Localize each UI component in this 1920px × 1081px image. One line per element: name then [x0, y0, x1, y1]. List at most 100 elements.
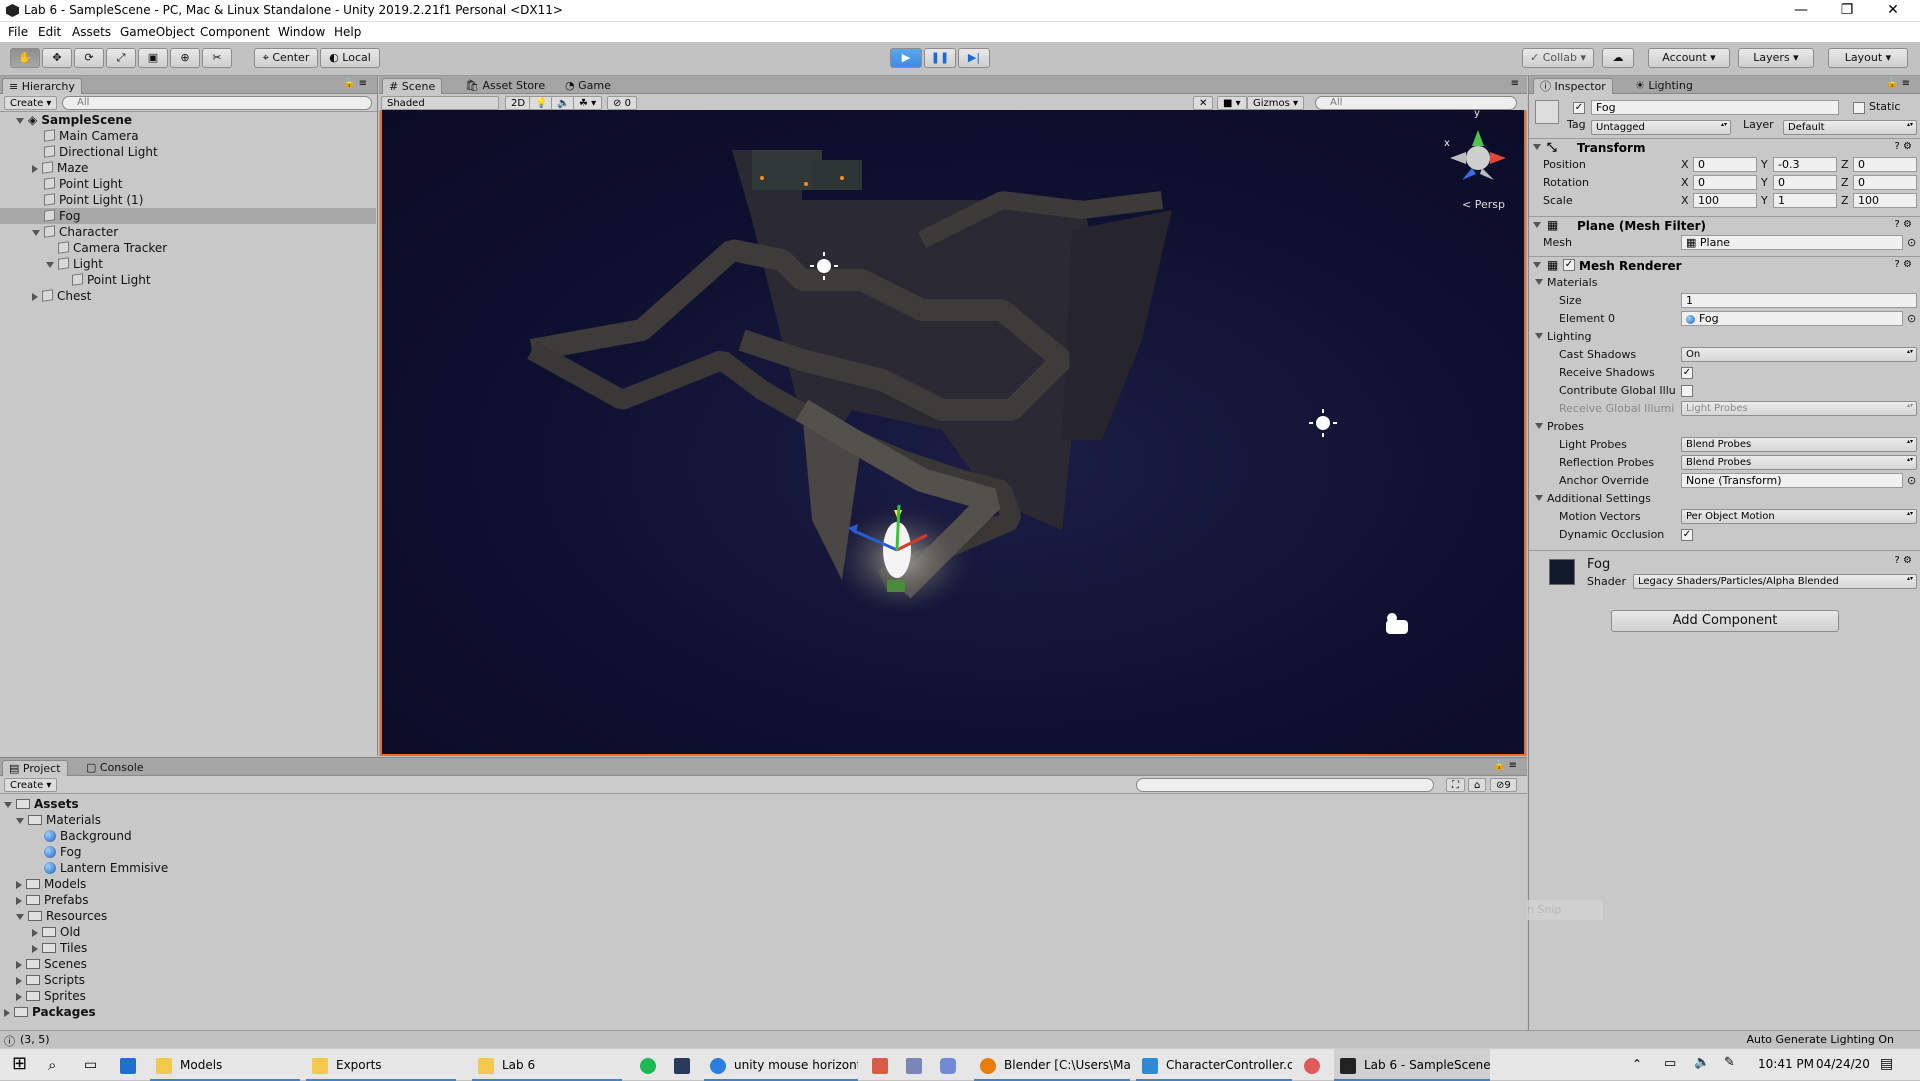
- hierarchy-item[interactable]: Character: [32, 224, 118, 240]
- account-dropdown[interactable]: Account ▾: [1648, 48, 1730, 68]
- rotation-x-field[interactable]: 0: [1693, 175, 1757, 190]
- minimize-button[interactable]: —: [1778, 0, 1824, 22]
- motion-vectors-dropdown[interactable]: Per Object Motion: [1681, 509, 1917, 524]
- app-button[interactable]: [900, 1049, 930, 1081]
- orientation-gizmo[interactable]: [1450, 130, 1506, 180]
- network-icon[interactable]: ▭: [1664, 1056, 1676, 1071]
- menu-gameobject[interactable]: GameObject: [120, 25, 195, 39]
- object-name-field[interactable]: Fog: [1591, 100, 1839, 115]
- rotate-tool-button[interactable]: ⟳: [74, 48, 104, 68]
- hierarchy-search-input[interactable]: All: [62, 96, 372, 110]
- layout-dropdown[interactable]: Layout ▾: [1828, 48, 1908, 68]
- project-item[interactable]: Packages: [4, 1004, 96, 1020]
- hidden-objects-toggle[interactable]: ⊘ 0: [607, 96, 637, 110]
- lighting-toggle[interactable]: 💡: [529, 96, 554, 110]
- collab-dropdown[interactable]: ✓ Collab ▾: [1522, 48, 1594, 68]
- panel-menu-icon[interactable]: 🔒 ≡: [343, 78, 367, 89]
- mesh-renderer-header[interactable]: ▦ ✓ Mesh Renderer ? ⚙: [1529, 256, 1920, 274]
- project-item[interactable]: Resources: [16, 908, 107, 924]
- anchor-field[interactable]: None (Transform): [1681, 473, 1903, 488]
- position-x-field[interactable]: 0: [1693, 157, 1757, 172]
- project-item[interactable]: Prefabs: [16, 892, 89, 908]
- hierarchy-item[interactable]: Maze: [32, 160, 88, 176]
- scene-search-input[interactable]: All: [1315, 96, 1517, 110]
- reflection-probes-dropdown[interactable]: Blend Probes: [1681, 455, 1917, 470]
- search-button[interactable]: ⌕: [42, 1049, 72, 1081]
- object-picker-icon[interactable]: ⊙: [1907, 236, 1916, 249]
- static-checkbox[interactable]: [1853, 102, 1865, 114]
- app-button[interactable]: [866, 1049, 896, 1081]
- lighting-foldout[interactable]: Lighting: [1529, 328, 1920, 346]
- mesh-filter-header[interactable]: ▦ Plane (Mesh Filter) ? ⚙: [1529, 216, 1920, 234]
- custom-tool-button[interactable]: ✂: [202, 48, 232, 68]
- mesh-renderer-enabled-checkbox[interactable]: ✓: [1563, 259, 1575, 271]
- taskbar-item[interactable]: Lab 6: [472, 1049, 622, 1081]
- project-item[interactable]: Materials: [16, 812, 101, 828]
- tab-game[interactable]: ◔ Game: [559, 78, 617, 94]
- hierarchy-item[interactable]: Directional Light: [44, 144, 158, 160]
- camera-dropdown[interactable]: ■ ▾: [1217, 96, 1247, 110]
- play-button[interactable]: ▶: [890, 48, 922, 68]
- element0-field[interactable]: Fog: [1681, 311, 1903, 326]
- project-item[interactable]: Lantern Emmisive: [44, 860, 168, 876]
- position-y-field[interactable]: -0.3: [1773, 157, 1837, 172]
- create-dropdown[interactable]: Create ▾: [4, 778, 58, 792]
- project-item[interactable]: Fog: [44, 844, 81, 860]
- pause-button[interactable]: ❚❚: [924, 48, 956, 68]
- project-item[interactable]: Old: [32, 924, 80, 940]
- tab-console[interactable]: ▢ Console: [80, 760, 150, 776]
- hierarchy-item[interactable]: Point Light (1): [44, 192, 143, 208]
- mode-2d-toggle[interactable]: 2D: [505, 96, 532, 110]
- add-component-button[interactable]: Add Component: [1611, 610, 1839, 632]
- scale-z-field[interactable]: 100: [1853, 193, 1917, 208]
- dynamic-occlusion-checkbox[interactable]: ✓: [1681, 529, 1693, 541]
- panel-menu-icon[interactable]: 🔒 ≡: [1493, 760, 1517, 771]
- taskbar-item[interactable]: Exports: [306, 1049, 456, 1081]
- hierarchy-item[interactable]: Chest: [32, 288, 91, 304]
- scale-tool-button[interactable]: ⤢: [106, 48, 136, 68]
- project-item[interactable]: Assets: [4, 796, 79, 812]
- project-item[interactable]: Scripts: [16, 972, 85, 988]
- audio-toggle[interactable]: 🔈: [551, 96, 576, 110]
- menu-file[interactable]: File: [8, 25, 28, 39]
- start-button[interactable]: ⊞: [6, 1049, 36, 1081]
- hand-tool-button[interactable]: ✋: [10, 48, 40, 68]
- project-search-input[interactable]: [1136, 778, 1434, 792]
- hierarchy-item-selected[interactable]: Fog: [44, 208, 80, 224]
- pivot-center-toggle[interactable]: ⌖ Center: [254, 48, 318, 68]
- close-button[interactable]: ✕: [1870, 0, 1916, 22]
- rotation-y-field[interactable]: 0: [1773, 175, 1837, 190]
- receive-shadows-checkbox[interactable]: ✓: [1681, 367, 1693, 379]
- tools-button[interactable]: ✕: [1193, 96, 1214, 110]
- shading-mode-dropdown[interactable]: Shaded: [381, 96, 499, 110]
- scene-viewport[interactable]: y x < Persp: [380, 110, 1526, 756]
- panel-menu-icon[interactable]: 🔒 ≡: [1886, 78, 1910, 89]
- filter-type-button[interactable]: ⛶: [1446, 778, 1465, 792]
- menu-assets[interactable]: Assets: [72, 25, 111, 39]
- hierarchy-item[interactable]: Light: [46, 256, 103, 272]
- component-menu-icon[interactable]: ? ⚙: [1895, 555, 1912, 566]
- taskbar-item[interactable]: Blender [C:\Users\Ma...: [974, 1049, 1130, 1081]
- project-item[interactable]: Scenes: [16, 956, 87, 972]
- transform-header[interactable]: ⤡ Transform ? ⚙: [1529, 138, 1920, 156]
- scale-x-field[interactable]: 100: [1693, 193, 1757, 208]
- cloud-button[interactable]: ☁: [1602, 48, 1634, 68]
- project-item[interactable]: Tiles: [32, 940, 87, 956]
- app-button[interactable]: [1298, 1049, 1328, 1081]
- mail-app[interactable]: [114, 1049, 144, 1081]
- hierarchy-item[interactable]: Main Camera: [44, 128, 139, 144]
- discord-app[interactable]: [934, 1049, 964, 1081]
- hierarchy-item[interactable]: Point Light: [44, 176, 123, 192]
- taskbar-item-active[interactable]: Lab 6 - SampleScene ...: [1334, 1049, 1490, 1081]
- notifications-icon[interactable]: ▤: [1880, 1056, 1893, 1072]
- menu-help[interactable]: Help: [334, 25, 361, 39]
- layer-dropdown[interactable]: Default: [1783, 120, 1917, 135]
- project-item[interactable]: Models: [16, 876, 86, 892]
- tray-overflow-icon[interactable]: ⌃: [1632, 1057, 1642, 1071]
- component-menu-icon[interactable]: ? ⚙: [1895, 259, 1912, 270]
- tab-asset-store[interactable]: 🛍 Asset Store: [459, 78, 551, 94]
- filter-label-button[interactable]: ⌂: [1468, 778, 1487, 792]
- layers-dropdown[interactable]: Layers ▾: [1738, 48, 1814, 68]
- gizmos-dropdown[interactable]: Gizmos ▾: [1247, 96, 1305, 110]
- scene-root[interactable]: ◈ SampleScene: [16, 112, 132, 128]
